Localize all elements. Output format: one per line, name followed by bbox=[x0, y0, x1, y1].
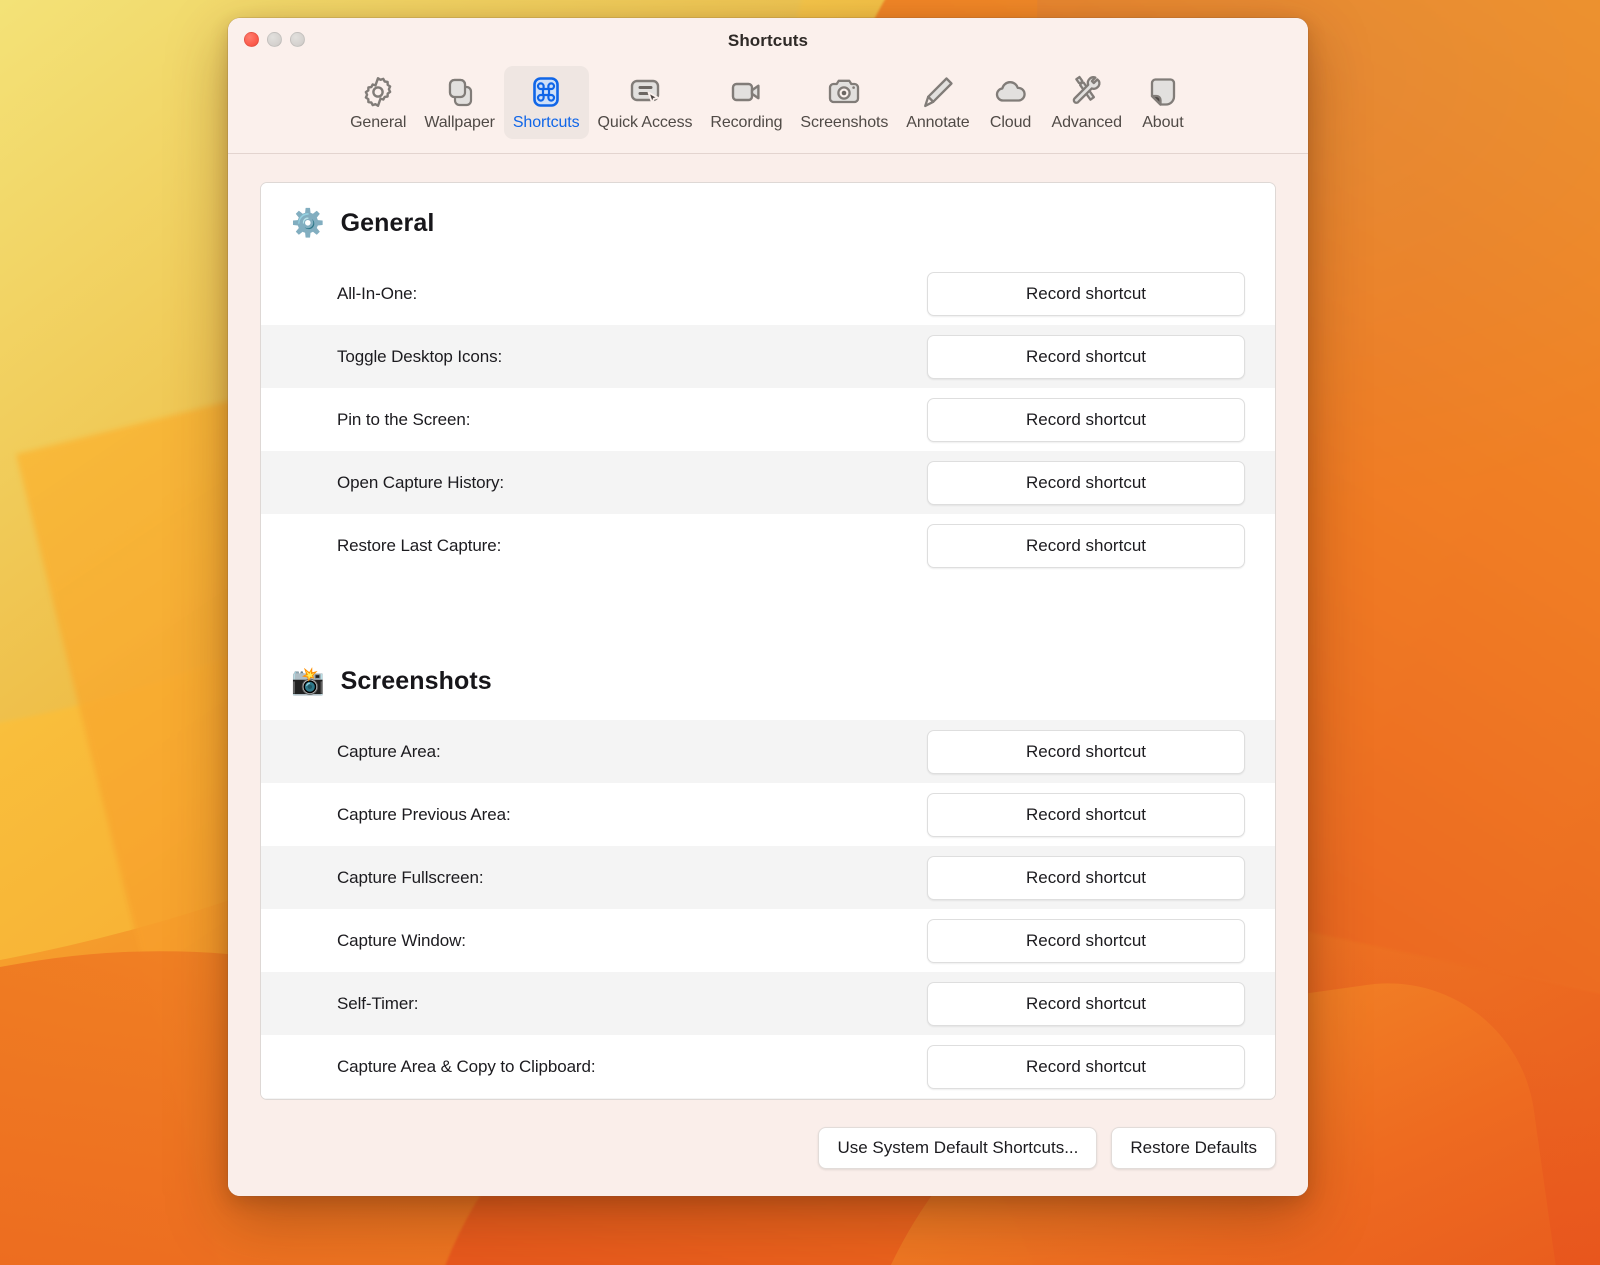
preferences-toolbar: General Wallpaper bbox=[228, 64, 1308, 154]
tab-quick-access[interactable]: Quick Access bbox=[589, 66, 702, 139]
tab-general[interactable]: General bbox=[341, 66, 415, 139]
tab-annotate[interactable]: Annotate bbox=[897, 66, 978, 139]
section-header-general: ⚙️ General bbox=[261, 183, 1275, 262]
tools-icon bbox=[1065, 72, 1109, 112]
table-row: All-In-One: Record shortcut bbox=[261, 262, 1275, 325]
shortcuts-scroll-pane[interactable]: ⚙️ General All-In-One: Record shortcut T… bbox=[260, 182, 1276, 1100]
restore-defaults-button[interactable]: Restore Defaults bbox=[1111, 1127, 1276, 1169]
table-row: Open Capture History: Record shortcut bbox=[261, 451, 1275, 514]
row-label: Capture Fullscreen: bbox=[337, 868, 927, 888]
tab-cloud-label: Cloud bbox=[990, 114, 1031, 132]
record-shortcut-button[interactable]: Record shortcut bbox=[927, 272, 1245, 316]
tab-recording-label: Recording bbox=[710, 114, 782, 132]
tab-quick-access-label: Quick Access bbox=[598, 114, 693, 132]
windows-icon bbox=[438, 72, 482, 112]
tab-screenshots[interactable]: Screenshots bbox=[791, 66, 897, 139]
close-button[interactable] bbox=[244, 32, 259, 47]
tab-recording[interactable]: Recording bbox=[701, 66, 791, 139]
gear-icon bbox=[356, 72, 400, 112]
tab-advanced[interactable]: Advanced bbox=[1043, 66, 1131, 139]
camera-icon bbox=[822, 72, 866, 112]
marker-pen-icon bbox=[916, 72, 960, 112]
cursor-menu-icon bbox=[623, 72, 667, 112]
maximize-button[interactable] bbox=[290, 32, 305, 47]
table-row-partial: Record shortcut bbox=[261, 1098, 1275, 1100]
table-row: Self-Timer: Record shortcut bbox=[261, 972, 1275, 1035]
row-label: Capture Area & Copy to Clipboard: bbox=[337, 1057, 927, 1077]
record-shortcut-button[interactable]: Record shortcut bbox=[927, 982, 1245, 1026]
table-row: Capture Previous Area: Record shortcut bbox=[261, 783, 1275, 846]
camera-flash-emoji: 📸 bbox=[291, 668, 325, 695]
record-shortcut-button[interactable]: Record shortcut bbox=[927, 524, 1245, 568]
preferences-content: ⚙️ General All-In-One: Record shortcut T… bbox=[228, 154, 1308, 1100]
tab-wallpaper-label: Wallpaper bbox=[424, 114, 495, 132]
page-curl-icon bbox=[1141, 72, 1185, 112]
table-row: Capture Area: Record shortcut bbox=[261, 720, 1275, 783]
section-header-screenshots: 📸 Screenshots bbox=[261, 641, 1275, 720]
tab-advanced-label: Advanced bbox=[1052, 114, 1122, 132]
row-label: Restore Last Capture: bbox=[337, 536, 927, 556]
row-label: Capture Area: bbox=[337, 742, 927, 762]
tab-screenshots-label: Screenshots bbox=[800, 114, 888, 132]
video-camera-icon bbox=[724, 72, 768, 112]
tab-cloud[interactable]: Cloud bbox=[979, 66, 1043, 139]
preferences-window: Shortcuts General bbox=[228, 18, 1308, 1196]
minimize-button[interactable] bbox=[267, 32, 282, 47]
record-shortcut-button[interactable]: Record shortcut bbox=[927, 856, 1245, 900]
row-label: Open Capture History: bbox=[337, 473, 927, 493]
gear-emoji: ⚙️ bbox=[291, 210, 325, 237]
table-row: Capture Fullscreen: Record shortcut bbox=[261, 846, 1275, 909]
section-title-general: General bbox=[341, 209, 435, 238]
use-system-default-shortcuts-button[interactable]: Use System Default Shortcuts... bbox=[818, 1127, 1097, 1169]
window-footer: Use System Default Shortcuts... Restore … bbox=[228, 1100, 1308, 1196]
row-label: Capture Previous Area: bbox=[337, 805, 927, 825]
record-shortcut-button[interactable]: Record shortcut bbox=[927, 1045, 1245, 1089]
row-label: Toggle Desktop Icons: bbox=[337, 347, 927, 367]
row-label: Capture Window: bbox=[337, 931, 927, 951]
tab-general-label: General bbox=[350, 114, 406, 132]
section-spacer bbox=[261, 577, 1275, 641]
row-label: Self-Timer: bbox=[337, 994, 927, 1014]
row-label: All-In-One: bbox=[337, 284, 927, 304]
table-row: Capture Area & Copy to Clipboard: Record… bbox=[261, 1035, 1275, 1098]
record-shortcut-button[interactable]: Record shortcut bbox=[927, 461, 1245, 505]
tab-shortcuts[interactable]: Shortcuts bbox=[504, 66, 589, 139]
command-key-icon bbox=[524, 72, 568, 112]
record-shortcut-button[interactable]: Record shortcut bbox=[927, 919, 1245, 963]
table-row: Pin to the Screen: Record shortcut bbox=[261, 388, 1275, 451]
table-row: Capture Window: Record shortcut bbox=[261, 909, 1275, 972]
tab-about-label: About bbox=[1142, 114, 1183, 132]
tab-annotate-label: Annotate bbox=[906, 114, 969, 132]
tab-about[interactable]: About bbox=[1131, 66, 1195, 139]
section-title-screenshots: Screenshots bbox=[341, 667, 492, 696]
window-titlebar: Shortcuts bbox=[228, 18, 1308, 64]
row-label: Pin to the Screen: bbox=[337, 410, 927, 430]
traffic-light-buttons bbox=[244, 32, 305, 47]
table-row: Restore Last Capture: Record shortcut bbox=[261, 514, 1275, 577]
record-shortcut-button[interactable]: Record shortcut bbox=[927, 793, 1245, 837]
tab-wallpaper[interactable]: Wallpaper bbox=[415, 66, 504, 139]
window-title: Shortcuts bbox=[728, 31, 808, 51]
record-shortcut-button[interactable]: Record shortcut bbox=[927, 730, 1245, 774]
record-shortcut-button[interactable]: Record shortcut bbox=[927, 398, 1245, 442]
record-shortcut-button[interactable]: Record shortcut bbox=[927, 335, 1245, 379]
table-row: Toggle Desktop Icons: Record shortcut bbox=[261, 325, 1275, 388]
cloud-icon bbox=[989, 72, 1033, 112]
tab-shortcuts-label: Shortcuts bbox=[513, 114, 580, 132]
